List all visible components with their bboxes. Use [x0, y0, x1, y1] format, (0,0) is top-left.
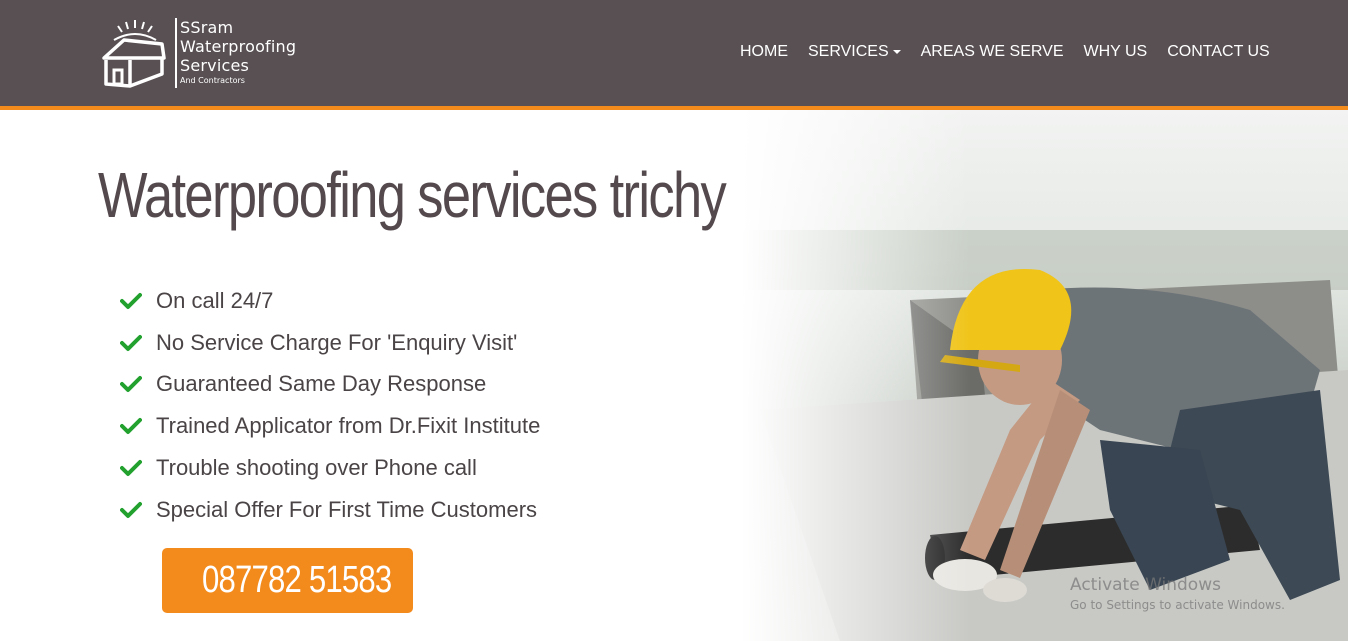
check-icon	[120, 460, 142, 477]
nav-contact-us[interactable]: CONTACT US	[1157, 40, 1280, 64]
feature-list: On call 24/7 No Service Charge For 'Enqu…	[120, 280, 540, 531]
watermark-subtitle: Go to Settings to activate Windows.	[1070, 598, 1285, 612]
list-item: Trouble shooting over Phone call	[120, 447, 540, 489]
check-icon	[120, 292, 142, 309]
check-icon	[120, 376, 142, 393]
logo-tagline: And Contractors	[180, 76, 245, 85]
list-item: Trained Applicator from Dr.Fixit Institu…	[120, 405, 540, 447]
check-icon	[120, 501, 142, 518]
site-logo[interactable]: SSram Waterproofing Services And Contrac…	[100, 14, 315, 94]
list-item: No Service Charge For 'Enquiry Visit'	[120, 322, 540, 364]
page-title: Waterproofing services trichy	[98, 159, 727, 231]
hero-section: Waterproofing services trichy On call 24…	[0, 110, 1348, 641]
nav-services-label: SERVICES	[808, 43, 889, 60]
feature-text: On call 24/7	[156, 287, 274, 313]
site-header: SSram Waterproofing Services And Contrac…	[0, 0, 1348, 110]
feature-text: Guaranteed Same Day Response	[156, 371, 487, 397]
watermark-title: Activate Windows	[1070, 575, 1221, 595]
list-item: Special Offer For First Time Customers	[120, 489, 540, 531]
feature-text: Trouble shooting over Phone call	[156, 455, 477, 481]
activation-watermark: Activate Windows Go to Settings to activ…	[1070, 574, 1285, 614]
check-icon	[120, 418, 142, 435]
main-nav: HOME SERVICES AREAS WE SERVE WHY US CONT…	[730, 40, 1280, 64]
logo-line-1: SSram	[180, 18, 234, 37]
list-item: Guaranteed Same Day Response	[120, 364, 540, 406]
house-logo-icon	[102, 20, 166, 88]
nav-services[interactable]: SERVICES	[798, 40, 911, 64]
feature-text: Special Offer For First Time Customers	[156, 496, 538, 522]
list-item: On call 24/7	[120, 280, 540, 322]
nav-areas-we-serve[interactable]: AREAS WE SERVE	[911, 40, 1074, 64]
feature-text: No Service Charge For 'Enquiry Visit'	[156, 329, 518, 355]
nav-home[interactable]: HOME	[730, 40, 798, 64]
caret-down-icon	[892, 50, 901, 54]
phone-number: 087782 51583	[202, 559, 392, 601]
call-button[interactable]: 087782 51583	[162, 548, 413, 613]
logo-divider	[175, 18, 177, 88]
check-icon	[120, 334, 142, 351]
logo-line-2: Waterproofing	[180, 37, 297, 56]
logo-text: SSram Waterproofing Services And Contrac…	[180, 18, 296, 87]
nav-why-us[interactable]: WHY US	[1073, 40, 1157, 64]
logo-line-3: Services	[180, 56, 250, 75]
feature-text: Trained Applicator from Dr.Fixit Institu…	[156, 413, 541, 439]
